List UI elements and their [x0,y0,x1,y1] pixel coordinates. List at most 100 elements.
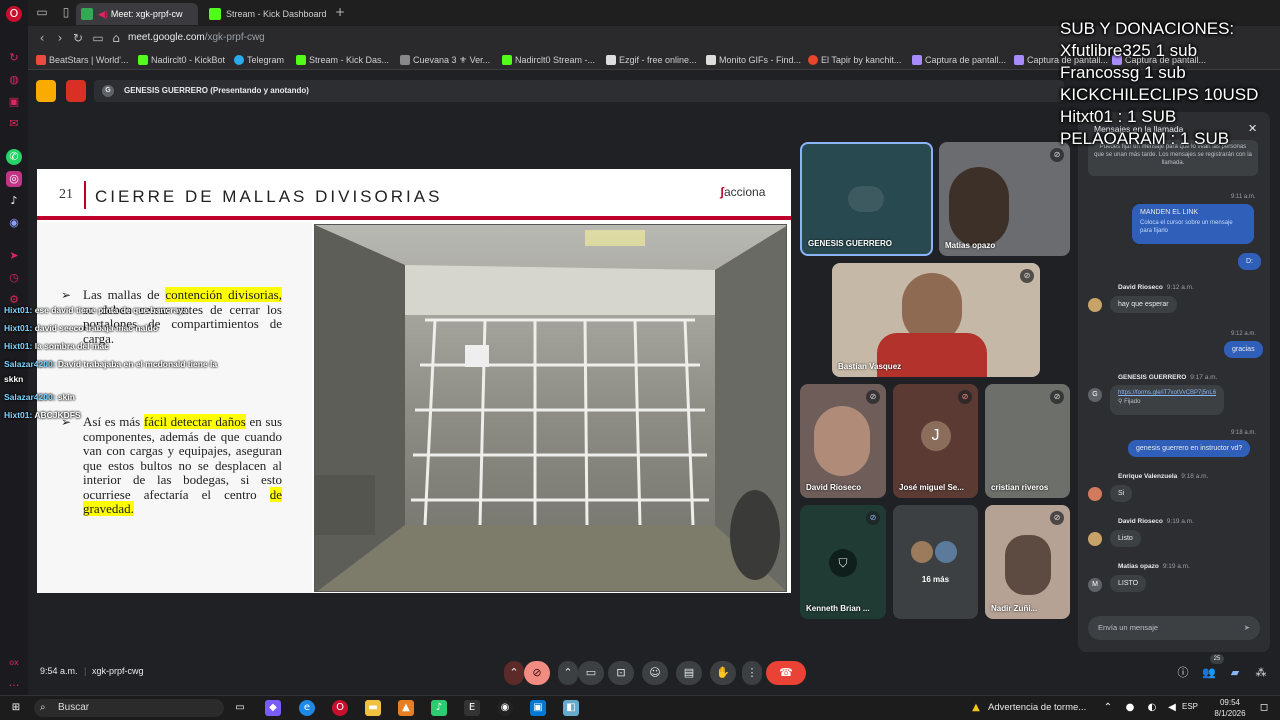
participant-tile[interactable]: ⊘ Matias opazo [939,142,1070,256]
mail-icon[interactable]: ✉ [6,116,22,132]
chat-message[interactable]: Si [1110,485,1133,502]
language-indicator[interactable]: ESP [1182,702,1198,711]
tab-list-icon[interactable]: ▭ [34,4,50,20]
camera-options-icon[interactable]: ⌃ [558,661,578,685]
user-avatar: G [1088,388,1102,402]
participant-tile[interactable]: ⊘ Bastian Vasquez [832,263,1040,377]
form-link[interactable]: https://forms.gle/iT7xotVvCBP7j5nL6 [1118,390,1216,396]
presenter-chip[interactable]: G GENESIS GUERRERO (Presentando y anotan… [94,80,1064,102]
instagram-icon[interactable]: ◎ [6,171,22,187]
file-explorer-icon[interactable]: ▬ [365,700,381,716]
send-icon[interactable]: ➤ [1244,616,1250,640]
end-call-button[interactable]: ☎ [766,661,806,685]
bookmark-item[interactable]: Monito GIFs - Find... [706,53,801,67]
tab-page-icon[interactable]: ▯ [58,4,74,20]
raise-hand-button[interactable]: ✋ [710,661,736,685]
chat-message-mine[interactable]: gracias [1224,341,1263,358]
discord-icon[interactable]: ◉ [6,215,22,231]
bookmark-item[interactable]: Nadirclt0 Stream -... [502,53,595,67]
taskbar-search[interactable]: ⌕ Buscar [34,699,224,717]
send-icon[interactable]: ➤ [6,248,22,264]
reload-icon[interactable]: ↻ [70,30,86,46]
url-host: meet.google.com [128,32,205,43]
chat-message-mine[interactable]: MANDEN EL LINK Coloca el cursor sobre un… [1132,204,1254,244]
network-icon[interactable]: ◐ [1144,700,1160,716]
more-options-icon[interactable]: ⋮ [742,661,762,685]
emoji-button[interactable]: ☺ [642,661,668,685]
chat-time: 9:18 a.m. [1231,430,1257,436]
tab-kick-dashboard[interactable]: Stream - Kick Dashboard [204,3,332,25]
copilot-icon[interactable]: ◆ [265,700,281,716]
participant-tile[interactable]: GENESIS GUERRERO [800,142,933,256]
participant-tile[interactable]: ⊘ David Rioseco [800,384,886,498]
bookmark-item[interactable]: Telegram [234,53,284,67]
mic-off-icon: ⊘ [1020,269,1034,283]
present-button[interactable]: ⊡ [608,661,634,685]
volume-icon[interactable]: ◀ [1164,700,1180,716]
history-icon[interactable]: ◷ [6,270,22,286]
windows-start-icon[interactable]: ⊞ [8,700,24,716]
participant-tile[interactable]: ⛉ ⊘ Kenneth Brian ... [800,505,886,619]
bookmark-item[interactable]: Nadirclt0 - KickBot [138,53,225,67]
donations-overlay: SUB Y DONACIONES: Xfutlibre325 1 sub Fra… [1060,18,1280,150]
bookmark-item[interactable]: Stream - Kick Das... [296,53,389,67]
participant-name: José miguel Se... [899,483,964,492]
bookmark-item[interactable]: BeatStars | World'... [36,53,128,67]
app-icon[interactable]: ◧ [563,700,579,716]
edge-icon[interactable]: e [299,700,315,716]
mic-off-button[interactable]: ⊘ [524,661,550,685]
back-icon[interactable]: ‹ [34,30,50,46]
app-icon[interactable]: ▲ [398,700,414,716]
chat-message[interactable]: Listo [1110,530,1141,547]
whatsapp-icon[interactable]: ✆ [6,149,22,165]
tab-meet[interactable]: ◀) Meet: xgk-prpf-cw [76,3,198,25]
epic-games-icon[interactable]: E [464,700,480,716]
more-participants-tile[interactable]: 16 más [893,505,978,619]
url-field[interactable]: meet.google.com/xgk-prpf-cwg [128,32,265,43]
weather-alert[interactable]: Advertencia de torme... [988,702,1086,713]
chat-message-mine[interactable]: genesis guerrero en instructor vd? [1128,440,1251,457]
chat-message[interactable]: hay que esperar [1110,296,1177,313]
bookmark-item[interactable]: Ezgif - free online... [606,53,697,67]
mic-tray-icon[interactable]: ● [1122,700,1138,716]
refresh-icon[interactable]: ↻ [6,50,22,66]
notifications-icon[interactable]: ◻ [1256,700,1272,716]
mic-options-icon[interactable]: ⌃ [504,661,524,685]
chat-message[interactable]: LISTO [1110,575,1147,592]
tile-controls-icon[interactable] [848,186,884,212]
task-view-icon[interactable]: ▭ [232,700,248,716]
windows-taskbar: ⊞ ⌕ Buscar ▭ ◆ e O ▬ ▲ ♪ E ◉ ▣ ◧ ▲ Adver… [0,695,1280,720]
tiktok-icon[interactable]: ♪ [6,193,22,209]
participant-tile[interactable]: ⊘ Nadir Zuñi... [985,505,1070,619]
annotate-icon[interactable] [36,80,56,102]
opera-icon[interactable]: O [332,700,348,716]
bookmark-item[interactable]: Cuevana 3 ⚜ Ver... [400,53,490,67]
participant-tile[interactable]: J ⊘ José miguel Se... [893,384,978,498]
participant-video [949,167,1009,247]
camera-icon[interactable]: ▭ [90,30,106,46]
chat-message-mine[interactable]: D: [1238,253,1261,270]
box-icon[interactable]: ▣ [6,94,22,110]
obs-icon[interactable]: ◉ [497,700,513,716]
info-icon[interactable]: ⓘ [1170,661,1196,685]
bookmark-item[interactable]: Captura de pantall... [912,53,1006,67]
forward-icon[interactable]: › [52,30,68,46]
activities-icon[interactable]: ⁂ [1248,661,1274,685]
record-icon[interactable] [66,80,86,102]
store-icon[interactable]: ▣ [530,700,546,716]
participant-tile[interactable]: ⊘ cristian riveros [985,384,1070,498]
people-icon[interactable]: 👥 [1196,661,1222,685]
more-icon[interactable]: … [6,675,22,691]
bookmark-item[interactable]: El Tapir by kanchit... [808,53,901,67]
new-tab-icon[interactable]: + [332,4,348,20]
chat-message-link[interactable]: https://forms.gle/iT7xotVvCBP7j5nL6 ⚲ Fi… [1110,385,1225,415]
chat-input[interactable]: Envía un mensaje ➤ [1088,616,1260,640]
tray-chevron-icon[interactable]: ⌃ [1100,700,1116,716]
opera-logo-icon[interactable]: O [6,6,22,22]
captions-button[interactable]: ▤ [676,661,702,685]
chat-icon[interactable]: ▰ [1222,661,1248,685]
bag-icon[interactable]: ◍ [6,72,22,88]
app-icon[interactable]: ♪ [431,700,447,716]
camera-button[interactable]: ▭ [578,661,604,685]
clock[interactable]: 09:54 8/1/2026 [1212,697,1248,719]
